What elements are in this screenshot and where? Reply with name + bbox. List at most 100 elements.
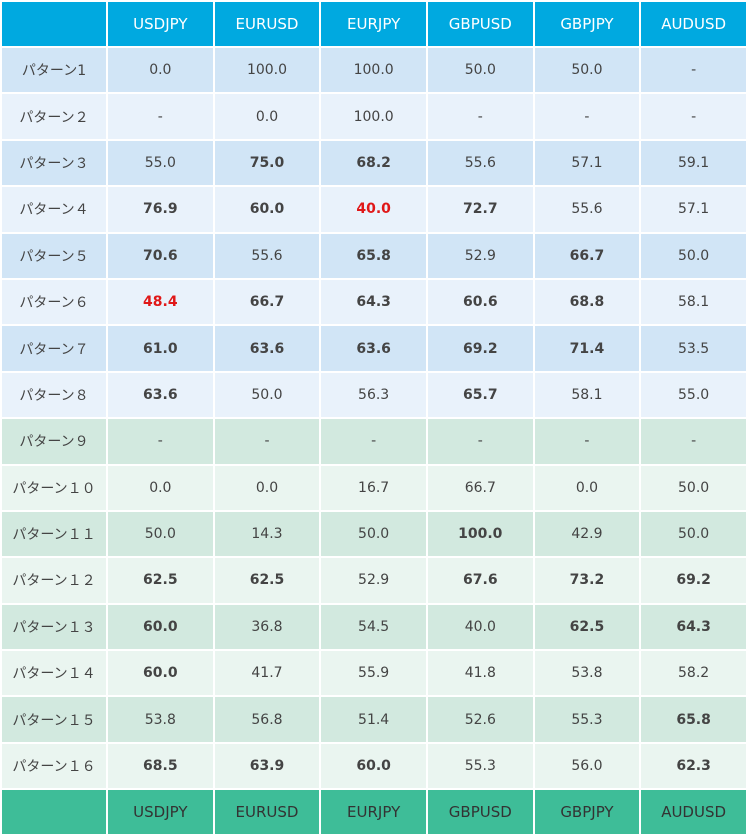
cell-gbpjpy: 57.1 bbox=[532, 138, 642, 188]
cell-eurusd: 60.0 bbox=[212, 185, 322, 234]
cell-audusd: 58.1 bbox=[639, 277, 746, 327]
cell-eurusd: 63.6 bbox=[212, 324, 322, 373]
header-cell-eurusd: EURUSD bbox=[212, 0, 322, 48]
row-label: パターン１０ bbox=[0, 463, 108, 512]
row-label: パターン４ bbox=[0, 185, 108, 234]
cell-eurusd: 0.0 bbox=[212, 463, 322, 512]
cell-gbpjpy: 66.7 bbox=[532, 231, 642, 280]
row-label: パターン９ bbox=[0, 417, 108, 466]
table-row: パターン１４ 60.0 41.7 55.9 41.8 53.8 58.2 bbox=[0, 649, 746, 698]
row-label: パターン1 bbox=[0, 45, 108, 95]
cell-gbpjpy: 73.2 bbox=[532, 556, 642, 605]
cell-gbpjpy: 56.0 bbox=[532, 741, 642, 791]
cell-eurusd: 56.8 bbox=[212, 695, 322, 744]
header-row: USDJPY EURUSD EURJPY GBPUSD GBPJPY AUDUS… bbox=[0, 0, 746, 48]
cell-gbpusd: 67.6 bbox=[425, 556, 535, 605]
row-label: パターン６ bbox=[0, 277, 108, 327]
cell-eurusd: 14.3 bbox=[212, 509, 322, 559]
cell-audusd: - bbox=[639, 417, 746, 466]
cell-eurjpy: 51.4 bbox=[319, 695, 428, 744]
table-row: パターン６ 48.4 66.7 64.3 60.6 68.8 58.1 bbox=[0, 277, 746, 327]
cell-audusd: 65.8 bbox=[639, 695, 746, 744]
table-row: パターン１６ 68.5 63.9 60.0 55.3 56.0 62.3 bbox=[0, 741, 746, 791]
cell-eurjpy: 65.8 bbox=[319, 231, 428, 280]
cell-audusd: 50.0 bbox=[639, 509, 746, 559]
table-row: パターン１３ 60.0 36.8 54.5 40.0 62.5 64.3 bbox=[0, 602, 746, 652]
cell-gbpusd: - bbox=[425, 417, 535, 466]
cell-gbpjpy: 0.0 bbox=[532, 463, 642, 512]
cell-audusd: 50.0 bbox=[639, 231, 746, 280]
header-cell-gbpusd: GBPUSD bbox=[425, 0, 535, 48]
cell-eurusd: 41.7 bbox=[212, 649, 322, 698]
row-label: パターン８ bbox=[0, 370, 108, 420]
header-cell-eurjpy: EURJPY bbox=[319, 0, 428, 48]
row-label: パターン１３ bbox=[0, 602, 108, 652]
cell-gbpusd: 55.3 bbox=[425, 741, 535, 791]
footer-cell-eurusd: EURUSD bbox=[212, 788, 322, 836]
footer-corner-cell bbox=[0, 788, 108, 836]
cell-gbpjpy: 68.8 bbox=[532, 277, 642, 327]
currency-pattern-table: USDJPY EURUSD EURJPY GBPUSD GBPJPY AUDUS… bbox=[0, 0, 746, 836]
cell-eurusd: 55.6 bbox=[212, 231, 322, 280]
table-row: パターン１５ 53.8 56.8 51.4 52.6 55.3 65.8 bbox=[0, 695, 746, 744]
cell-eurusd: 50.0 bbox=[212, 370, 322, 420]
cell-gbpusd: 41.8 bbox=[425, 649, 535, 698]
cell-audusd: 69.2 bbox=[639, 556, 746, 605]
row-label: パターン１６ bbox=[0, 741, 108, 791]
cell-gbpusd: 65.7 bbox=[425, 370, 535, 420]
cell-eurjpy: 56.3 bbox=[319, 370, 428, 420]
cell-usdjpy: 61.0 bbox=[106, 324, 215, 373]
cell-usdjpy: 53.8 bbox=[106, 695, 215, 744]
cell-gbpusd: 60.6 bbox=[425, 277, 535, 327]
table-row: パターン1 0.0 100.0 100.0 50.0 50.0- bbox=[0, 45, 746, 95]
cell-gbpjpy: 50.0 bbox=[532, 45, 642, 95]
row-label: パターン１５ bbox=[0, 695, 108, 744]
cell-usdjpy: 60.0 bbox=[106, 602, 215, 652]
cell-gbpjpy: 53.8 bbox=[532, 649, 642, 698]
cell-eurjpy: 68.2 bbox=[319, 138, 428, 188]
cell-audusd: 64.3 bbox=[639, 602, 746, 652]
cell-eurjpy: 64.3 bbox=[319, 277, 428, 327]
cell-audusd: 57.1 bbox=[639, 185, 746, 234]
cell-usdjpy: 63.6 bbox=[106, 370, 215, 420]
table-row: パターン９- - - - - - bbox=[0, 417, 746, 466]
table-row: パターン１１ 50.0 14.3 50.0 100.0 42.9 50.0 bbox=[0, 509, 746, 559]
cell-eurusd: 75.0 bbox=[212, 138, 322, 188]
table-row: パターン１０ 0.0 0.0 16.7 66.7 0.0 50.0 bbox=[0, 463, 746, 512]
cell-eurjpy: 63.6 bbox=[319, 324, 428, 373]
table-row: パターン２-0.0 100.0- - - bbox=[0, 92, 746, 141]
cell-usdjpy: 0.0 bbox=[106, 463, 215, 512]
cell-eurjpy: 60.0 bbox=[319, 741, 428, 791]
table-row: パターン８ 63.6 50.0 56.3 65.7 58.1 55.0 bbox=[0, 370, 746, 420]
cell-usdjpy: 70.6 bbox=[106, 231, 215, 280]
table-row: パターン５ 70.6 55.6 65.8 52.9 66.7 50.0 bbox=[0, 231, 746, 280]
cell-eurjpy: 16.7 bbox=[319, 463, 428, 512]
cell-usdjpy: 68.5 bbox=[106, 741, 215, 791]
row-label: パターン１４ bbox=[0, 649, 108, 698]
row-label: パターン１２ bbox=[0, 556, 108, 605]
cell-gbpusd: 55.6 bbox=[425, 138, 535, 188]
cell-usdjpy: - bbox=[106, 92, 215, 141]
cell-gbpusd: 50.0 bbox=[425, 45, 535, 95]
cell-eurusd: 0.0 bbox=[212, 92, 322, 141]
cell-eurjpy: 55.9 bbox=[319, 649, 428, 698]
cell-gbpusd: 72.7 bbox=[425, 185, 535, 234]
cell-audusd: - bbox=[639, 45, 746, 95]
cell-eurjpy: 54.5 bbox=[319, 602, 428, 652]
cell-gbpusd: 40.0 bbox=[425, 602, 535, 652]
cell-eurjpy: 40.0 bbox=[319, 185, 428, 234]
cell-usdjpy: 62.5 bbox=[106, 556, 215, 605]
cell-audusd: - bbox=[639, 92, 746, 141]
cell-usdjpy: 0.0 bbox=[106, 45, 215, 95]
row-label: パターン３ bbox=[0, 138, 108, 188]
cell-audusd: 55.0 bbox=[639, 370, 746, 420]
footer-cell-audusd: AUDUSD bbox=[639, 788, 746, 836]
cell-eurjpy: 100.0 bbox=[319, 45, 428, 95]
cell-eurusd: 100.0 bbox=[212, 45, 322, 95]
cell-audusd: 53.5 bbox=[639, 324, 746, 373]
cell-usdjpy: 48.4 bbox=[106, 277, 215, 327]
table-row: パターン７ 61.0 63.6 63.6 69.2 71.4 53.5 bbox=[0, 324, 746, 373]
table-row: パターン４ 76.9 60.0 40.0 72.7 55.6 57.1 bbox=[0, 185, 746, 234]
cell-audusd: 59.1 bbox=[639, 138, 746, 188]
cell-gbpusd: 100.0 bbox=[425, 509, 535, 559]
